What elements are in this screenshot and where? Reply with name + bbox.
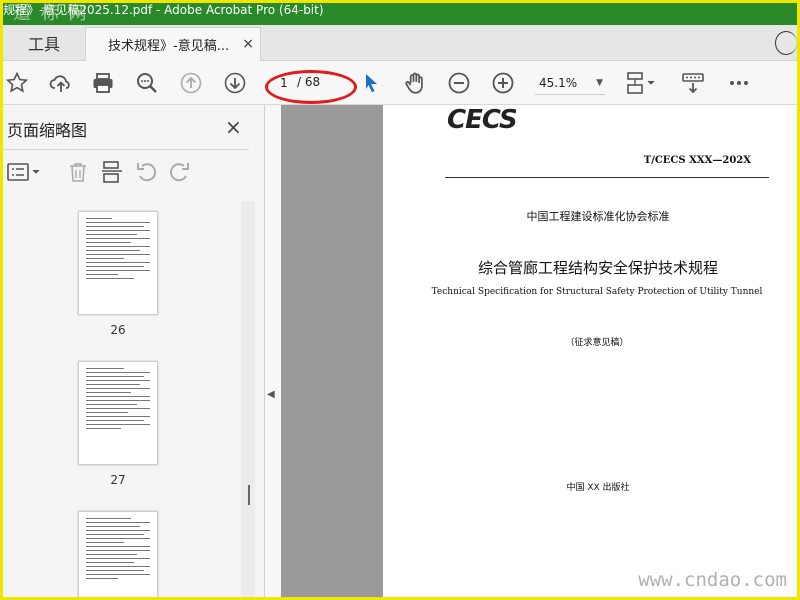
document-title-en: Technical Specification for Structural S… [431, 287, 763, 297]
divider [3, 149, 249, 150]
thumbnail-toolbar [3, 151, 253, 191]
help-icon[interactable] [775, 31, 797, 55]
thumbnail-list: 26 27 [3, 201, 239, 597]
close-icon[interactable]: × [225, 115, 242, 139]
page-down-icon[interactable] [221, 69, 249, 97]
cecs-logo: CECS [447, 105, 518, 135]
document-title-cn: 综合管廊工程结构安全保护技术规程 [477, 259, 718, 277]
panel-title: 页面缩略图 [7, 121, 88, 140]
thumbnail-page[interactable] [78, 361, 158, 465]
hand-icon[interactable] [401, 69, 429, 97]
tab-document[interactable]: 技术规程》-意见稿... × [85, 27, 261, 61]
page-up-icon[interactable] [177, 69, 205, 97]
tab-close-icon[interactable]: × [242, 36, 254, 52]
association-name: 中国工程建设标准化协会标准 [526, 210, 670, 223]
publisher: 中国 XX 出版社 [566, 483, 630, 493]
more-icon[interactable] [725, 69, 753, 97]
select-arrow-icon[interactable] [357, 69, 385, 97]
document-view[interactable]: CECS T/CECS XXX—202X 中国工程建设标准化协会标准 综合管廊工… [281, 105, 797, 597]
zoom-dropdown[interactable]: 45.1% ▼ [535, 71, 605, 95]
thumbnail-page[interactable] [78, 511, 158, 597]
star-icon[interactable] [3, 69, 31, 97]
draft-note: （征求意见稿） [565, 338, 629, 348]
collapse-panel-icon[interactable]: ◀ [267, 389, 275, 400]
acrobat-window: 规程》-意见稿2025.12.pdf - Adobe Acrobat Pro (… [3, 3, 797, 597]
extract-pages-icon[interactable] [99, 159, 125, 185]
tab-bar: 工具 技术规程》-意见稿... × [3, 25, 797, 61]
thumbnail-page-number: 27 [110, 473, 126, 487]
thumbnail-page[interactable] [78, 211, 158, 315]
thumbnail-scrollbar[interactable] [241, 201, 255, 597]
main-toolbar: / 68 45.1% ▼ [3, 61, 797, 105]
tab-tools[interactable]: 工具 [3, 25, 85, 61]
total-pages: / 68 [297, 75, 321, 89]
standard-number: T/CECS XXX—202X [643, 155, 751, 166]
panel-resize-handle[interactable] [248, 485, 250, 505]
header-rule [445, 177, 769, 178]
page-fit-icon[interactable] [623, 69, 661, 97]
current-page-input[interactable] [273, 71, 295, 95]
print-icon[interactable] [89, 69, 117, 97]
rotate-left-icon[interactable] [133, 159, 159, 185]
watermark-top: 道 标 网 [13, 3, 89, 24]
zoom-out-icon[interactable] [445, 69, 473, 97]
thumbnail-panel: 页面缩略图 × 26 27 [3, 105, 265, 597]
tab-document-label: 技术规程》-意见稿... [108, 39, 230, 54]
thumbnail-options-icon[interactable] [5, 159, 45, 185]
rotate-right-icon[interactable] [167, 159, 193, 185]
chevron-down-icon: ▼ [596, 78, 603, 88]
zoom-in-icon[interactable] [489, 69, 517, 97]
trash-icon[interactable] [65, 159, 91, 185]
thumbnail-page-number: 26 [110, 323, 126, 337]
zoom-value: 45.1% [539, 76, 578, 90]
cloud-upload-icon[interactable] [47, 69, 75, 97]
more-tools-icon[interactable] [679, 69, 707, 97]
pdf-page: CECS T/CECS XXX—202X 中国工程建设标准化协会标准 综合管廊工… [383, 105, 797, 597]
title-bar: 规程》-意见稿2025.12.pdf - Adobe Acrobat Pro (… [3, 3, 797, 25]
zoom-search-icon[interactable] [133, 69, 161, 97]
watermark-bottom: www.cndao.com [638, 569, 787, 591]
page-navigator: / 68 [273, 71, 349, 95]
